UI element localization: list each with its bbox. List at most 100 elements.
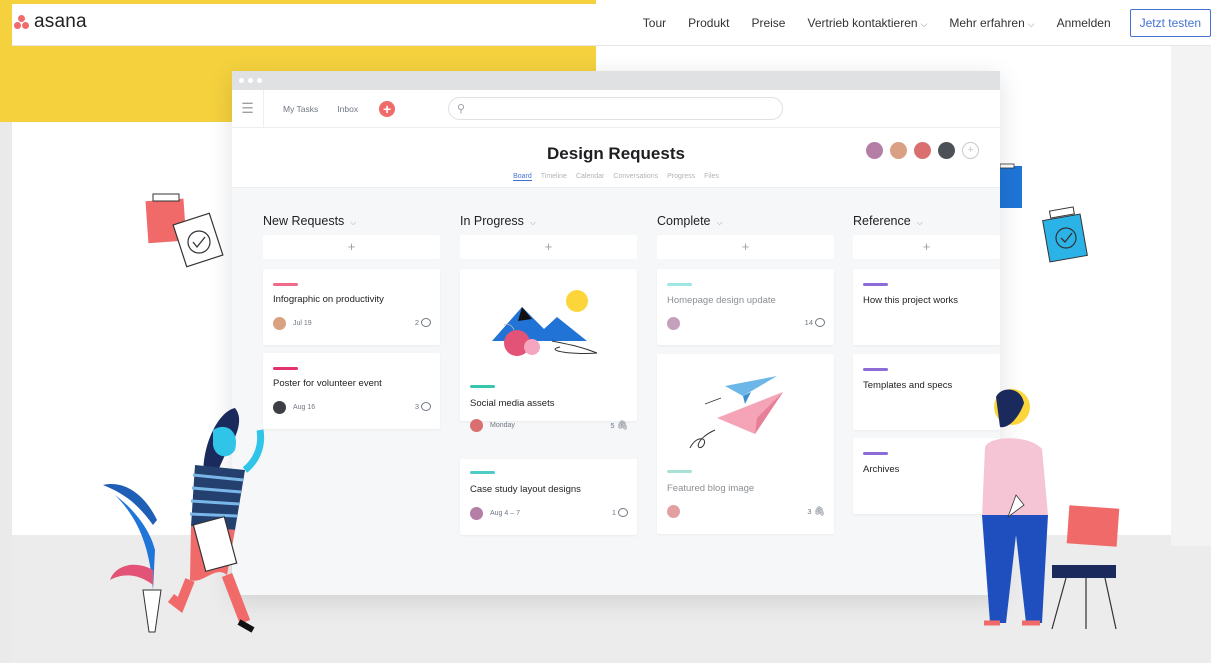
avatar: [273, 317, 286, 330]
add-task-button[interactable]: +: [853, 235, 1000, 259]
task-card[interactable]: Case study layout designs Aug 4 – 7 1: [460, 459, 637, 535]
attachment-count: 3 🖇: [807, 506, 825, 517]
inbox-link[interactable]: Inbox: [337, 104, 358, 114]
menu-icon[interactable]: ☰: [232, 89, 264, 128]
task-card[interactable]: Infographic on productivity Jul 19 2: [263, 269, 440, 345]
board: New Requests ⌵ + Infographic on productiv…: [232, 189, 1000, 595]
task-title: Archives: [863, 464, 900, 475]
avatar: [470, 419, 483, 432]
nav-link-mehr[interactable]: Mehr erfahren ⌵: [938, 16, 1045, 30]
task-meta: [667, 317, 680, 330]
due-date: Aug 16: [293, 404, 316, 411]
column-title-text: In Progress: [460, 214, 524, 228]
comment-count: 3: [415, 402, 431, 411]
paper-plane-illustration: [689, 376, 783, 449]
task-title: Templates and specs: [863, 380, 953, 391]
tab-calendar[interactable]: Calendar: [576, 173, 604, 181]
yellow-edge-top: [0, 0, 596, 4]
add-task-button[interactable]: +: [657, 235, 834, 259]
attachment-count-value: 3: [807, 507, 812, 516]
nav-link-preise[interactable]: Preise: [740, 16, 796, 30]
task-meta: Monday: [470, 419, 515, 432]
comment-count-value: 3: [414, 402, 419, 411]
nav-link-vertrieb[interactable]: Vertrieb kontaktieren ⌵: [796, 16, 938, 30]
task-card[interactable]: Poster for volunteer event Aug 16 3: [263, 353, 440, 429]
tag-bar: [863, 452, 888, 455]
add-member-icon[interactable]: +: [962, 142, 979, 159]
column-title-text: Complete: [657, 214, 711, 228]
search-input[interactable]: ⚲: [448, 97, 783, 120]
chevron-down-icon: ⌵: [920, 19, 928, 29]
task-card[interactable]: Featured blog image 3 🖇: [657, 354, 834, 534]
nav-link-vertrieb-label: Vertrieb kontaktieren: [807, 16, 918, 30]
nav-link-tour[interactable]: Tour: [632, 16, 677, 30]
page: asana Tour Produkt Preise Vertrieb konta…: [0, 0, 1211, 663]
comment-count: 2: [415, 318, 431, 327]
tag-bar: [273, 367, 298, 370]
task-title: Infographic on productivity: [273, 294, 384, 305]
due-date: Monday: [490, 422, 515, 429]
add-task-button[interactable]: +: [460, 235, 637, 259]
chevron-down-icon: ⌵: [716, 218, 723, 227]
avatar[interactable]: [890, 142, 907, 159]
attachment-icon: 🖇: [813, 506, 825, 516]
person-with-clipboard-illustration: [103, 408, 265, 633]
window-titlebar: [232, 71, 1000, 90]
tag-bar: [863, 368, 888, 371]
add-task-button[interactable]: +: [263, 235, 440, 259]
project-members: +: [866, 142, 979, 159]
chevron-down-icon: ⌵: [916, 218, 923, 227]
window-dot: [239, 78, 244, 83]
tag-bar: [273, 283, 298, 286]
comment-icon: [421, 318, 431, 327]
sticky-note-illustration-left: [145, 193, 224, 268]
avatar: [667, 317, 680, 330]
column-title[interactable]: Complete ⌵: [657, 214, 723, 228]
nav-link-mehr-label: Mehr erfahren: [949, 16, 1025, 30]
task-card[interactable]: Homepage design update 14: [657, 269, 834, 345]
tab-conversations[interactable]: Conversations: [613, 173, 658, 181]
chevron-down-icon: ⌵: [350, 218, 357, 227]
tab-progress[interactable]: Progress: [667, 173, 695, 181]
task-card[interactable]: How this project works: [853, 269, 1000, 345]
task-card[interactable]: Social media assets Monday 5 🖇: [460, 269, 637, 432]
avatar: [470, 507, 483, 520]
person-on-phone-illustration: [982, 389, 1120, 630]
column-title[interactable]: In Progress ⌵: [460, 214, 536, 228]
task-meta: Jul 19: [273, 317, 312, 330]
avatar[interactable]: [866, 142, 883, 159]
project-tabs: Board Timeline Calendar Conversations Pr…: [232, 173, 1000, 181]
chevron-down-icon: ⌵: [1027, 19, 1035, 29]
mountain-illustration: [492, 290, 598, 356]
task-meta: [667, 505, 680, 518]
task-title: Poster for volunteer event: [273, 378, 382, 389]
tab-board[interactable]: Board: [513, 173, 532, 181]
sticky-note-illustration-right: [1042, 206, 1088, 263]
asana-logo[interactable]: asana: [14, 11, 87, 33]
project-header: Design Requests Board Timeline Calendar …: [232, 128, 1000, 188]
task-title: Social media assets: [470, 398, 555, 409]
yellow-edge: [0, 0, 12, 122]
column-title[interactable]: New Requests ⌵: [263, 214, 356, 228]
tab-files[interactable]: Files: [704, 173, 719, 181]
task-title: Featured blog image: [667, 483, 755, 494]
nav-links: Tour Produkt Preise Vertrieb kontaktiere…: [632, 0, 1211, 46]
comment-count-value: 14: [804, 318, 813, 327]
avatar[interactable]: [914, 142, 931, 159]
attachment-icon: 🖇: [616, 420, 628, 430]
quick-add-button[interactable]: +: [379, 100, 396, 117]
app-topbar: ☰ My Tasks Inbox + ⚲: [232, 89, 1000, 128]
attachment-count-value: 5: [610, 421, 615, 430]
try-free-button[interactable]: Jetzt testen: [1129, 9, 1211, 37]
tag-bar: [667, 470, 692, 473]
column-title[interactable]: Reference ⌵: [853, 214, 923, 228]
tag-bar: [667, 283, 692, 286]
app-window: ☰ My Tasks Inbox + ⚲ Design Requests Boa…: [232, 71, 1000, 595]
tab-timeline[interactable]: Timeline: [541, 173, 567, 181]
nav-link-anmelden[interactable]: Anmelden: [1046, 16, 1122, 30]
avatar[interactable]: [938, 142, 955, 159]
search-icon: ⚲: [457, 103, 466, 115]
comment-icon: [815, 318, 825, 327]
my-tasks-link[interactable]: My Tasks: [283, 104, 318, 114]
nav-link-produkt[interactable]: Produkt: [677, 16, 740, 30]
